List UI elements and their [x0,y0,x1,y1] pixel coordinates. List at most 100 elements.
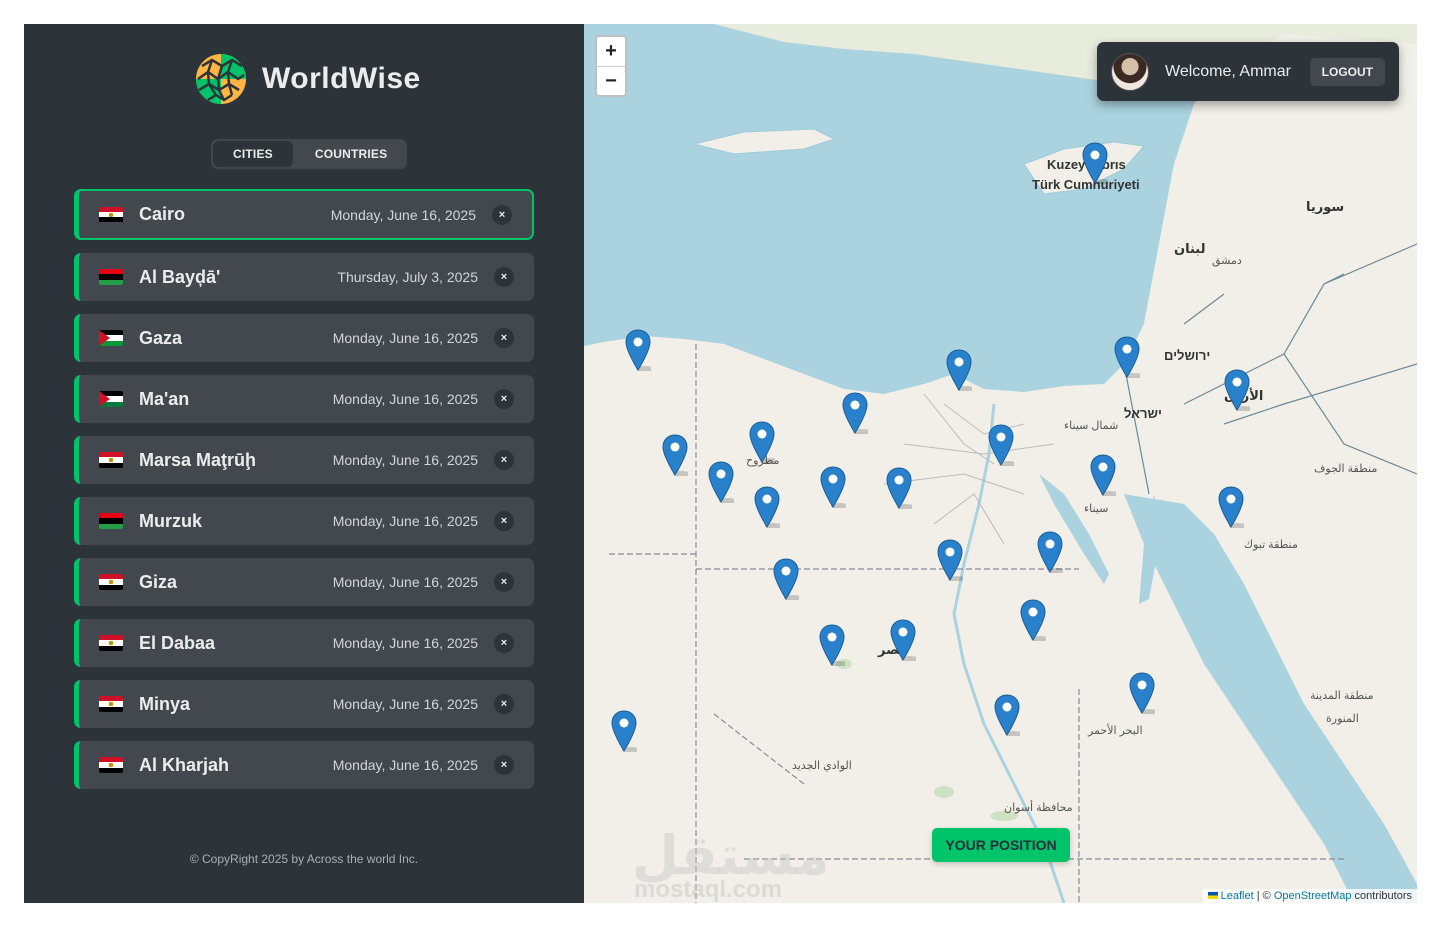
delete-city-button[interactable]: × [494,450,514,470]
egypt-flag-icon [99,206,123,223]
watermark-domain: mostaql.com [634,876,783,903]
city-date: Monday, June 16, 2025 [332,452,478,468]
label-north-sinai: شمال سيناء [1064,420,1119,432]
label-lebanon: لبنان [1174,241,1206,256]
app-name: WorldWise [262,62,421,95]
label-red-sea: البحر الأحمر [1088,725,1143,737]
city-item[interactable]: Cairo Monday, June 16, 2025 × [74,189,534,240]
zoom-control: + − [595,35,627,97]
zoom-in-button[interactable]: + [597,37,625,66]
map-marker-icon[interactable] [1037,531,1066,574]
label-tabuk: منطقة تبوك [1244,539,1298,551]
map-marker-icon[interactable] [937,539,966,582]
city-item[interactable]: Marsa Maţrūḩ Monday, June 16, 2025 × [74,436,534,484]
osm-link[interactable]: OpenStreetMap [1274,890,1352,902]
label-syria: سوريا [1306,199,1345,214]
city-name: Gaza [139,327,183,348]
your-position-button[interactable]: YOUR POSITION [932,828,1070,862]
libya-flag-icon [99,513,123,529]
leaflet-link[interactable]: Leaflet [1221,890,1254,902]
logo[interactable]: WorldWise [194,52,421,106]
map-marker-icon[interactable] [1090,454,1119,497]
city-name: Cairo [139,204,186,224]
city-name: Al Bayḑā' [139,266,221,287]
map-marker-icon[interactable] [708,461,737,504]
map-marker-icon[interactable] [625,329,654,372]
city-name: Marsa Maţrūḩ [139,449,257,470]
city-item[interactable]: El Dabaa Monday, June 16, 2025 × [74,619,534,667]
city-item[interactable]: Minya Monday, June 16, 2025 × [74,680,534,728]
tab-cities[interactable]: CITIES [213,141,293,167]
city-list: Cairo Monday, June 16, 2025 × Al Bayḑā' Thur… [74,189,534,802]
delete-city-button[interactable]: × [494,389,514,409]
city-date: Monday, June 16, 2025 [332,330,478,346]
map-attribution: Leaflet | © OpenStreetMap contributors [1202,889,1417,903]
map-marker-icon[interactable] [820,466,849,509]
city-date: Monday, June 16, 2025 [332,635,478,651]
delete-city-button[interactable]: × [494,633,514,653]
city-name: Giza [139,571,178,592]
map-marker-icon[interactable] [1224,369,1253,412]
avatar [1111,52,1149,91]
city-date: Monday, June 16, 2025 [332,513,478,529]
tab-bar: CITIES COUNTRIES [211,139,408,169]
zoom-out-button[interactable]: − [597,66,625,95]
map-marker-icon[interactable] [994,694,1023,737]
delete-city-button[interactable]: × [494,572,514,592]
city-date: Monday, June 16, 2025 [332,696,478,712]
label-new-valley: الوادي الجديد [792,760,852,772]
copyright: © CopyRight 2025 by Across the world Inc… [189,852,419,866]
map-marker-icon[interactable] [946,349,975,392]
map-marker-icon[interactable] [988,424,1017,467]
map-marker-icon[interactable] [842,392,871,435]
label-sinai: سيناء [1084,503,1109,515]
map-marker-icon[interactable] [1082,142,1111,185]
egypt-flag-icon [99,696,123,712]
app: WorldWise CITIES COUNTRIES Cairo Monday, … [24,24,1417,903]
map-marker-icon[interactable] [819,624,848,667]
city-date: Monday, June 16, 2025 [332,757,478,773]
user-panel: Welcome, Ammar LOGOUT [1097,42,1399,101]
libya-flag-icon [99,269,123,285]
delete-city-button[interactable]: × [494,267,514,287]
delete-city-button[interactable]: × [494,694,514,714]
city-item[interactable]: Ma'an Monday, June 16, 2025 × [74,375,534,423]
map-marker-icon[interactable] [890,619,919,662]
city-name: El Dabaa [139,632,216,653]
egypt-flag-icon [99,574,123,590]
city-item[interactable]: Al Kharjah Monday, June 16, 2025 × [74,741,534,789]
delete-city-button[interactable]: × [494,511,514,531]
globe-logo-icon [196,54,246,104]
map-marker-icon[interactable] [886,467,915,510]
map-marker-icon[interactable] [1114,336,1143,379]
map-marker-icon[interactable] [611,710,640,753]
city-item[interactable]: Murzuk Monday, June 16, 2025 × [74,497,534,545]
delete-city-button[interactable]: × [494,328,514,348]
map-marker-icon[interactable] [1218,486,1247,529]
city-item[interactable]: Gaza Monday, June 16, 2025 × [74,314,534,362]
tab-countries[interactable]: COUNTRIES [295,139,407,169]
map-marker-icon[interactable] [773,558,802,601]
label-jerusalem: ירושלים [1164,348,1211,363]
attribution-contributors: contributors [1351,890,1412,902]
ukraine-flag-icon [1207,892,1218,899]
label-aswan: محافظة أسوان [1004,802,1073,814]
label-damascus: دمشق [1212,255,1242,267]
map-marker-icon[interactable] [662,434,691,477]
city-item[interactable]: Al Bayḑā' Thursday, July 3, 2025 × [74,253,534,301]
delete-city-button[interactable]: × [492,204,512,225]
delete-city-button[interactable]: × [494,755,514,775]
city-date: Monday, June 16, 2025 [330,206,476,223]
map-marker-icon[interactable] [754,486,783,529]
egypt-flag-icon [99,635,123,651]
map-marker-icon[interactable] [749,421,778,464]
attribution-separator: | © [1253,890,1274,902]
label-israel: ישראל [1124,406,1162,421]
map-marker-icon[interactable] [1129,672,1158,715]
welcome-text: Welcome, Ammar [1165,62,1291,80]
map-marker-icon[interactable] [1020,599,1049,642]
map[interactable]: Kuzey Kıbrıs Türk Cumhuriyeti سوريا لبنا… [584,24,1417,903]
label-munawwara: المنورة [1326,713,1359,725]
city-item[interactable]: Giza Monday, June 16, 2025 × [74,558,534,606]
logout-button[interactable]: LOGOUT [1309,57,1385,86]
